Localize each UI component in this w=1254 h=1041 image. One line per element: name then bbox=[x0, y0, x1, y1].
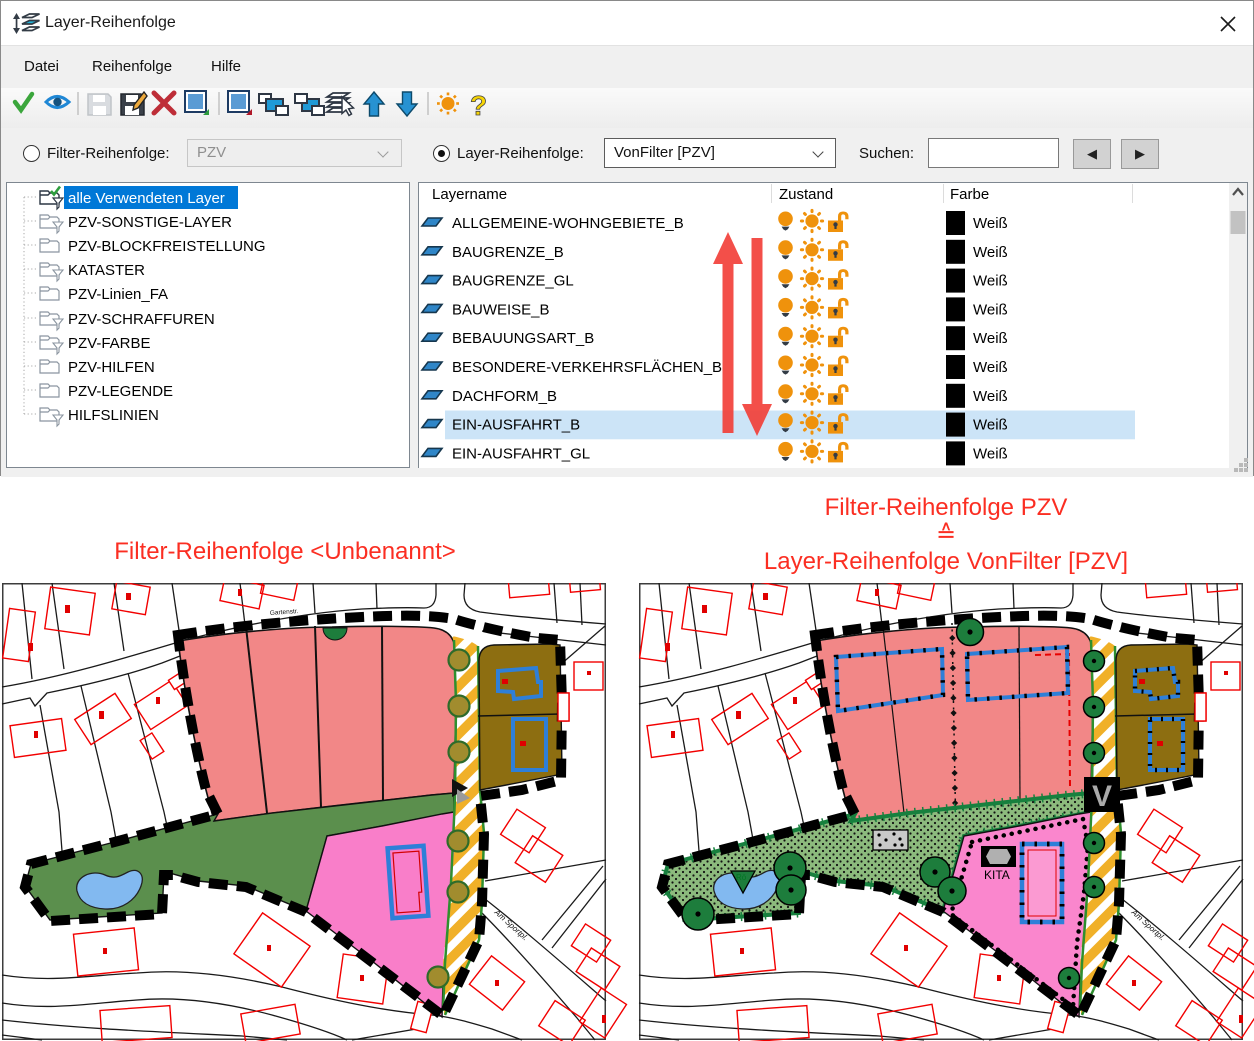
svg-text:Weiß: Weiß bbox=[973, 244, 1008, 261]
svg-text:Zustand: Zustand bbox=[779, 186, 833, 203]
svg-text:BESONDERE-VERKEHRSFLÄCHEN_B: BESONDERE-VERKEHRSFLÄCHEN_B bbox=[452, 359, 722, 376]
svg-text:?: ? bbox=[470, 90, 487, 121]
svg-text:Weiß: Weiß bbox=[973, 359, 1008, 376]
svg-text:PZV-SCHRAFFUREN: PZV-SCHRAFFUREN bbox=[68, 311, 215, 328]
svg-text:Weiß: Weiß bbox=[973, 215, 1008, 232]
svg-text:BAUWEISE_B: BAUWEISE_B bbox=[452, 301, 550, 318]
svg-text:PZV-HILFEN: PZV-HILFEN bbox=[68, 359, 155, 376]
svg-text:HILFSLINIEN: HILFSLINIEN bbox=[68, 407, 159, 424]
svg-text:V: V bbox=[1092, 780, 1112, 813]
svg-text:Weiß: Weiß bbox=[973, 273, 1008, 290]
svg-text:ALLGEMEINE-WOHNGEBIETE_B: ALLGEMEINE-WOHNGEBIETE_B bbox=[452, 215, 684, 232]
svg-text:KITA: KITA bbox=[984, 868, 1010, 882]
svg-text:alle Verwendeten Layer: alle Verwendeten Layer bbox=[68, 190, 225, 207]
svg-text:BAUGRENZE_B: BAUGRENZE_B bbox=[452, 244, 564, 261]
svg-text:BEBAUUNGSART_B: BEBAUUNGSART_B bbox=[452, 330, 594, 347]
svg-text:DACHFORM_B: DACHFORM_B bbox=[452, 388, 557, 405]
svg-text:EIN-AUSFAHRT_GL: EIN-AUSFAHRT_GL bbox=[452, 445, 590, 462]
svg-text:PZV-LEGENDE: PZV-LEGENDE bbox=[68, 383, 173, 400]
svg-text:Rö: Rö bbox=[736, 873, 747, 882]
svg-text:BAUGRENZE_GL: BAUGRENZE_GL bbox=[452, 273, 574, 290]
svg-text:Weiß: Weiß bbox=[973, 445, 1008, 462]
svg-text:Weiß: Weiß bbox=[973, 388, 1008, 405]
svg-text:Weiß: Weiß bbox=[973, 301, 1008, 318]
svg-text:PZV-BLOCKFREISTELLUNG: PZV-BLOCKFREISTELLUNG bbox=[68, 238, 266, 255]
svg-text:PZV-FARBE: PZV-FARBE bbox=[68, 335, 151, 352]
svg-text:PZV-Linien_FA: PZV-Linien_FA bbox=[68, 286, 168, 303]
svg-text:KATASTER: KATASTER bbox=[68, 262, 145, 279]
svg-text:Weiß: Weiß bbox=[973, 330, 1008, 347]
svg-text:Layername: Layername bbox=[432, 186, 507, 203]
svg-text:Farbe: Farbe bbox=[950, 186, 989, 203]
svg-text:Weiß: Weiß bbox=[973, 417, 1008, 434]
svg-text:EIN-AUSFAHRT_B: EIN-AUSFAHRT_B bbox=[452, 417, 580, 434]
svg-text:PZV-SONSTIGE-LAYER: PZV-SONSTIGE-LAYER bbox=[68, 214, 232, 231]
